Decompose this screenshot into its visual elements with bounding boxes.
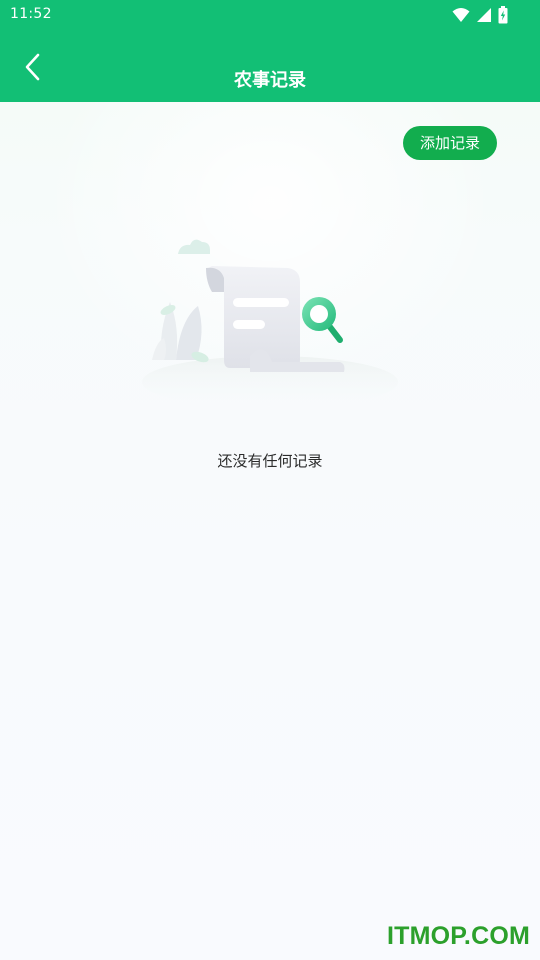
main-content: 添加记录 还没有任何记录 ITMOP.COM [0,102,540,960]
battery-charging-icon [498,6,508,24]
signal-icon [477,8,491,22]
status-time: 11:52 [10,6,52,22]
empty-records-illustration [142,239,398,407]
status-icons [452,6,508,24]
status-bar: 11:52 [0,0,540,32]
watermark: ITMOP.COM [386,922,530,950]
page-title: 农事记录 [234,70,306,91]
add-record-button[interactable]: 添加记录 [403,126,497,160]
wifi-icon [452,8,470,22]
empty-state-message: 还没有任何记录 [217,452,323,470]
